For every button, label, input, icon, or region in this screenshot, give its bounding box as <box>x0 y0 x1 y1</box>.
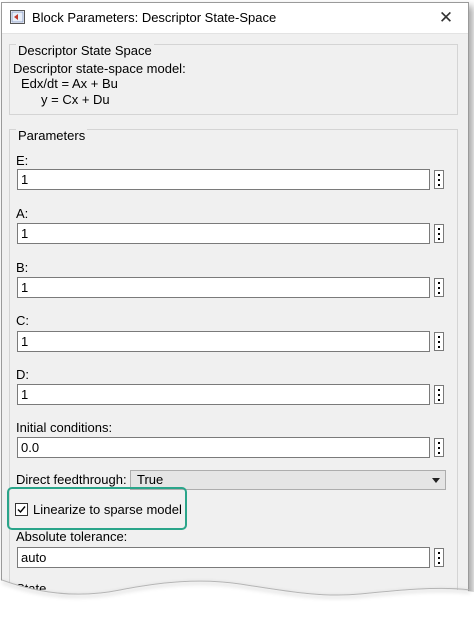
param-c-input[interactable] <box>17 331 430 352</box>
param-e-label: E: <box>16 153 29 168</box>
dialog-window: Block Parameters: Descriptor State-Space… <box>1 2 469 604</box>
param-a-label: A: <box>16 206 29 221</box>
param-d-label: D: <box>16 367 29 382</box>
title-bar: Block Parameters: Descriptor State-Space… <box>2 3 468 34</box>
param-b-label: B: <box>16 260 29 275</box>
linearize-label: Linearize to sparse model <box>33 502 182 517</box>
initial-conditions-more-button[interactable] <box>434 438 444 457</box>
description-legend: Descriptor State Space <box>16 43 154 58</box>
direct-feedthrough-label: Direct feedthrough: <box>16 472 127 487</box>
description-equation-2: y = Cx + Du <box>41 92 110 107</box>
param-e-input[interactable] <box>17 169 430 190</box>
initial-conditions-label: Initial conditions: <box>16 420 113 435</box>
close-button[interactable]: ✕ <box>434 7 458 29</box>
absolute-tolerance-label: Absolute tolerance: <box>16 529 128 544</box>
initial-conditions-input[interactable] <box>17 437 430 458</box>
description-equation-1: Edx/dt = Ax + Bu <box>21 76 118 91</box>
param-a-more-button[interactable] <box>434 224 444 243</box>
torn-edge <box>0 560 474 624</box>
simulink-block-icon <box>10 10 25 24</box>
parameters-legend: Parameters <box>16 128 88 143</box>
param-d-more-button[interactable] <box>434 385 444 404</box>
param-b-input[interactable] <box>17 277 430 298</box>
checkmark-icon <box>17 506 26 514</box>
linearize-checkbox[interactable] <box>15 503 28 516</box>
description-group: Descriptor State Space Descriptor state-… <box>9 43 458 115</box>
param-c-more-button[interactable] <box>434 332 444 351</box>
param-d-input[interactable] <box>17 384 430 405</box>
param-a-input[interactable] <box>17 223 430 244</box>
param-b-more-button[interactable] <box>434 278 444 297</box>
param-c-label: C: <box>16 313 29 328</box>
chevron-down-icon <box>432 478 440 483</box>
window-title: Block Parameters: Descriptor State-Space <box>32 10 277 25</box>
description-line-1: Descriptor state-space model: <box>13 61 186 76</box>
param-e-more-button[interactable] <box>434 170 444 189</box>
direct-feedthrough-value: True <box>137 472 164 487</box>
close-icon: ✕ <box>438 8 454 27</box>
